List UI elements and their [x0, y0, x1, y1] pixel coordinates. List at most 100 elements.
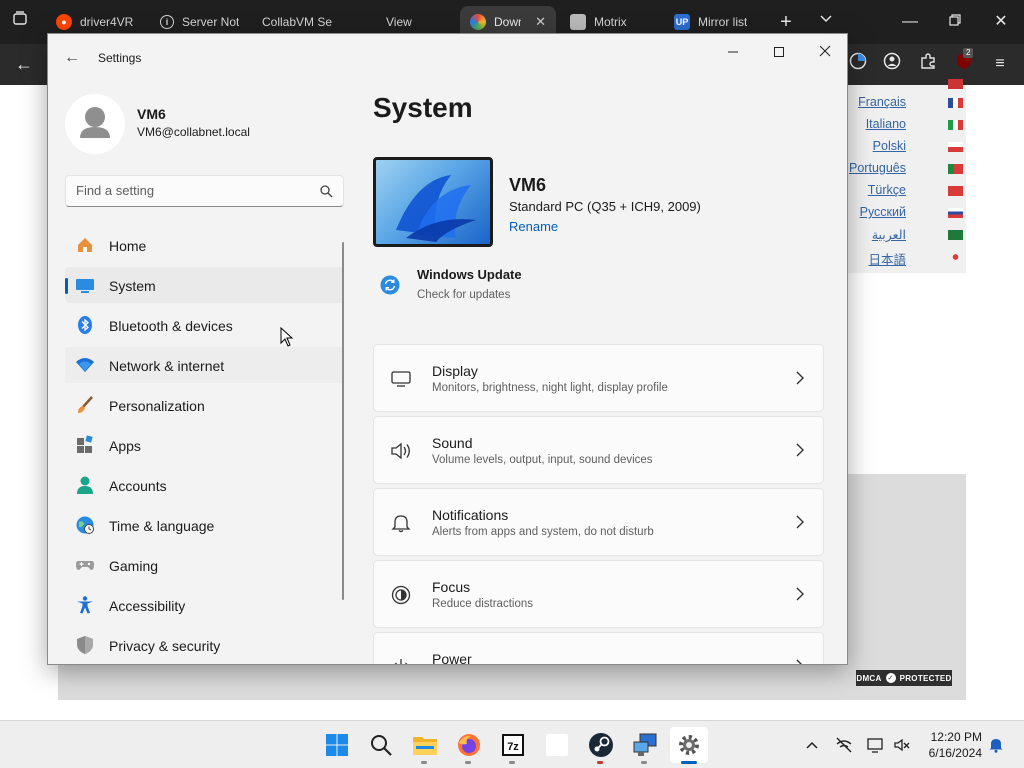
nav-scrollbar[interactable]	[342, 242, 344, 600]
focus-icon	[391, 585, 411, 605]
new-tab-icon[interactable]: +	[774, 10, 798, 34]
browser-close-icon[interactable]: ✕	[989, 10, 1013, 34]
taskbar-search-icon[interactable]	[367, 731, 395, 759]
chevron-right-icon	[796, 587, 804, 601]
nav-item-personalization[interactable]: Personalization	[65, 387, 344, 423]
close-tab-icon[interactable]: ✕	[535, 14, 546, 30]
settings-card-display[interactable]: Display Monitors, brightness, night ligh…	[373, 344, 824, 412]
network-disconnected-icon[interactable]	[834, 735, 854, 755]
clock-time: 12:20 PM	[930, 730, 982, 744]
dmca-badge[interactable]: DMCA ✓ PROTECTED	[856, 670, 952, 686]
nav-item-home[interactable]: Home	[65, 227, 344, 263]
info-icon: i	[160, 15, 174, 29]
power-icon	[394, 659, 408, 664]
flag-icon	[948, 120, 963, 130]
ublock-shield-icon[interactable]: 2	[952, 48, 976, 76]
maximize-icon[interactable]	[756, 38, 802, 66]
chevron-right-icon	[796, 659, 802, 664]
minimize-icon[interactable]	[710, 38, 756, 66]
chevron-right-icon	[796, 515, 804, 529]
bluetooth-icon	[78, 316, 92, 334]
search-input[interactable]	[76, 183, 306, 198]
running-indicator	[509, 761, 515, 764]
settings-gear-icon[interactable]	[670, 727, 708, 763]
wifi-icon	[76, 358, 94, 372]
7zip-icon[interactable]: 7z	[499, 731, 527, 759]
show-hidden-icons-chevron-up-icon[interactable]	[802, 735, 822, 755]
settings-search-box[interactable]	[65, 175, 344, 207]
nav-item-gaming[interactable]: Gaming	[65, 547, 344, 583]
flag-icon	[948, 252, 963, 262]
file-explorer-icon[interactable]	[411, 731, 439, 759]
taskbar-clock[interactable]: 12:20 PM 6/16/2024	[918, 729, 982, 761]
display-icon	[391, 371, 411, 387]
gamepad-icon	[76, 561, 94, 570]
windows-update-icon[interactable]	[380, 275, 400, 295]
extensions-puzzle-icon[interactable]	[916, 52, 940, 76]
nav-item-bluetooth[interactable]: Bluetooth & devices	[65, 307, 344, 343]
timer-extension-icon[interactable]	[846, 52, 870, 76]
start-windows-icon[interactable]	[323, 731, 351, 759]
language-link[interactable]: Português	[849, 161, 906, 175]
windows-update-subtitle: Check for updates	[417, 289, 511, 301]
language-link[interactable]: Русский	[860, 205, 906, 219]
settings-window: ← Settings VM6 VM6@collabnet.local Home …	[47, 33, 848, 665]
mouse-cursor-icon	[280, 327, 294, 347]
settings-card-power[interactable]: Power	[373, 632, 824, 664]
device-model: Standard PC (Q35 + ICH9, 2009)	[509, 199, 701, 214]
language-link[interactable]: Türkçe	[868, 183, 906, 197]
bell-icon	[391, 515, 411, 533]
steam-icon[interactable]	[587, 731, 615, 759]
site-favicon-icon	[470, 14, 486, 30]
browser-minimize-icon[interactable]: —	[898, 10, 922, 34]
globe-icon	[76, 516, 94, 534]
device-name: VM6	[509, 175, 547, 195]
notification-bell-icon[interactable]	[986, 735, 1006, 755]
extension-badge: 2	[963, 48, 974, 58]
language-link[interactable]: 日本語	[868, 249, 906, 268]
flag-icon	[948, 164, 963, 174]
flag-icon	[948, 79, 963, 89]
nav-item-apps[interactable]: Apps	[65, 427, 344, 463]
language-link[interactable]: Français	[858, 95, 906, 109]
volume-muted-icon[interactable]	[892, 735, 912, 755]
nav-item-system[interactable]: System	[65, 267, 344, 303]
remote-desktop-icon[interactable]	[631, 731, 659, 759]
nav-item-network[interactable]: Network & internet	[65, 347, 344, 383]
blank-app-icon[interactable]	[543, 731, 571, 759]
settings-card-focus[interactable]: Focus Reduce distractions	[373, 560, 824, 628]
running-indicator	[597, 761, 603, 764]
back-arrow-icon[interactable]: ←	[12, 52, 36, 76]
language-link[interactable]: العربية	[872, 227, 906, 242]
tab-manager-icon[interactable]	[8, 10, 32, 34]
account-circle-icon[interactable]	[880, 52, 904, 76]
nav-item-accessibility[interactable]: Accessibility	[65, 587, 344, 623]
language-link[interactable]: Polski	[873, 139, 906, 153]
nav-item-accounts[interactable]: Accounts	[65, 467, 344, 503]
flag-icon	[948, 230, 963, 240]
display-tray-icon[interactable]	[866, 735, 886, 755]
chevron-right-icon	[796, 443, 804, 457]
firefox-icon[interactable]	[455, 731, 483, 759]
settings-card-notifications[interactable]: Notifications Alerts from apps and syste…	[373, 488, 824, 556]
tab-list-chevron-down-icon[interactable]	[814, 10, 838, 34]
settings-back-icon[interactable]: ←	[62, 48, 82, 68]
language-link[interactable]: Italiano	[866, 117, 906, 131]
nav-item-privacy-security[interactable]: Privacy & security	[65, 627, 344, 663]
hamburger-menu-icon[interactable]: ≡	[988, 52, 1012, 76]
windows-update-title[interactable]: Windows Update	[417, 267, 522, 282]
nav-item-time-language[interactable]: Time & language	[65, 507, 344, 543]
running-indicator	[641, 761, 647, 764]
shield-icon	[77, 636, 93, 654]
svg-text:7z: 7z	[507, 741, 519, 753]
running-indicator	[421, 761, 427, 764]
close-icon[interactable]	[802, 38, 847, 66]
settings-card-sound[interactable]: Sound Volume levels, output, input, soun…	[373, 416, 824, 484]
language-list: Français Italiano Polski Português Türkç…	[848, 79, 966, 273]
rename-link[interactable]: Rename	[509, 219, 558, 234]
flag-icon	[948, 98, 963, 108]
device-wallpaper-image[interactable]	[373, 157, 493, 247]
avatar[interactable]	[65, 94, 125, 154]
taskbar: 7z 12:20 PM 6/16/2024	[0, 720, 1024, 768]
browser-maximize-icon[interactable]	[943, 10, 967, 34]
